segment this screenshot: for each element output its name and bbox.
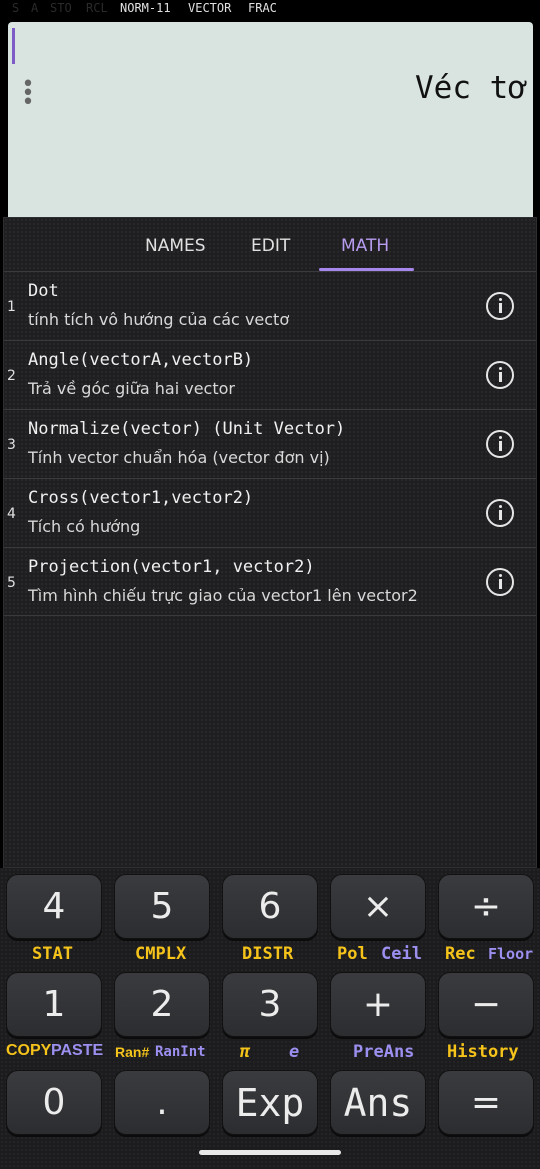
indicator-frac: FRAC [248,1,277,15]
item-number: 3 [7,437,16,453]
key-3[interactable]: 3 [222,972,318,1037]
function-panel: NAMES EDIT MATH 1 Dot tính tích vô hướng… [3,217,537,868]
item-title: Projection(vector1, vector2) [28,557,315,577]
vertical-dots-icon[interactable]: • • • [20,74,36,114]
shift-label-pol: Pol [337,944,368,964]
shift-label-rec: Rec [445,944,476,964]
item-description: Trả về góc giữa hai vector [28,379,235,398]
shift-label-copy: COPY [6,1042,52,1059]
status-bar: S A STO RCL NORM-11 VECTOR FRAC [0,0,540,16]
item-description: Tích có hướng [28,517,141,536]
key-divide[interactable]: ÷ [438,874,534,939]
shift-label-preans: PreAns [353,1042,415,1062]
shift-label-history: History [447,1042,519,1062]
info-icon[interactable] [486,292,514,320]
key-exp[interactable]: Exp [222,1070,318,1135]
key-0[interactable]: 0 [6,1070,102,1135]
indicator-vector: VECTOR [188,1,232,15]
item-title: Cross(vector1,vector2) [28,488,254,508]
indicator-norm: NORM-11 [120,1,171,15]
item-description: Tìm hình chiếu trực giao của vector1 lên… [28,586,418,605]
key-1[interactable]: 1 [6,972,102,1037]
key-2[interactable]: 2 [114,972,210,1037]
info-icon[interactable] [486,499,514,527]
alpha-label-ceil: Ceil [381,944,422,964]
shift-labels-row2: COPY PASTE Ran# RanInt π e PreAns Histor… [0,1042,540,1064]
list-item[interactable]: 3 Normalize(vector) (Unit Vector) Tính v… [4,409,536,478]
item-description: tính tích vô hướng của các vectơ [28,310,290,329]
shift-label-stat: STAT [32,944,73,964]
tab-math[interactable]: MATH [341,236,389,256]
item-title: Dot [28,281,59,301]
key-ans[interactable]: Ans [330,1070,426,1135]
display-expression: Véc tơ [415,70,527,106]
list-item[interactable]: 4 Cross(vector1,vector2) Tích có hướng [4,478,536,547]
item-number: 2 [7,368,16,384]
info-icon[interactable] [486,361,514,389]
info-icon[interactable] [486,430,514,458]
tab-edit[interactable]: EDIT [251,236,290,256]
list-item[interactable]: 5 Projection(vector1, vector2) Tìm hình … [4,547,536,616]
alpha-label-paste: PASTE [51,1042,104,1059]
item-number: 1 [7,299,16,315]
keypad: 4 5 6 × ÷ STAT CMPLX DISTR Pol Ceil Rec … [0,868,540,1169]
alpha-label-e: e [289,1042,300,1062]
input-cursor [12,28,15,64]
key-minus[interactable]: − [438,972,534,1037]
item-description: Tính vector chuẩn hóa (vector đơn vị) [28,448,330,467]
list-item[interactable]: 1 Dot tính tích vô hướng của các vectơ [4,271,536,340]
list-item[interactable]: 2 Angle(vectorA,vectorB) Trả về góc giữa… [4,340,536,409]
alpha-label-floor: Floor [488,945,534,963]
key-4[interactable]: 4 [6,874,102,939]
item-number: 4 [7,506,16,522]
alpha-label-ranint: RanInt [155,1044,206,1060]
indicator-sto: STO [50,1,72,15]
info-icon[interactable] [486,568,514,596]
key-decimal[interactable]: . [114,1070,210,1135]
tab-names[interactable]: NAMES [145,236,206,256]
item-number: 5 [7,575,16,591]
shift-label-ran: Ran# [115,1044,150,1060]
indicator-rcl: RCL [86,1,108,15]
shift-label-distr: DISTR [242,944,294,964]
tab-bar: NAMES EDIT MATH [4,218,536,271]
key-plus[interactable]: + [330,972,426,1037]
item-title: Normalize(vector) (Unit Vector) [28,419,346,439]
indicator-alpha: A [31,1,39,15]
home-indicator[interactable] [199,1150,341,1155]
shift-label-pi: π [240,1042,251,1062]
key-multiply[interactable]: × [330,874,426,939]
key-equals[interactable]: = [438,1070,534,1135]
calculator-display[interactable]: • • • Véc tơ [8,22,533,217]
shift-labels-row1: STAT CMPLX DISTR Pol Ceil Rec Floor [0,944,540,966]
key-5[interactable]: 5 [114,874,210,939]
item-title: Angle(vectorA,vectorB) [28,350,254,370]
shift-label-cmplx: CMPLX [135,944,187,964]
key-6[interactable]: 6 [222,874,318,939]
indicator-shift: S [12,1,20,15]
